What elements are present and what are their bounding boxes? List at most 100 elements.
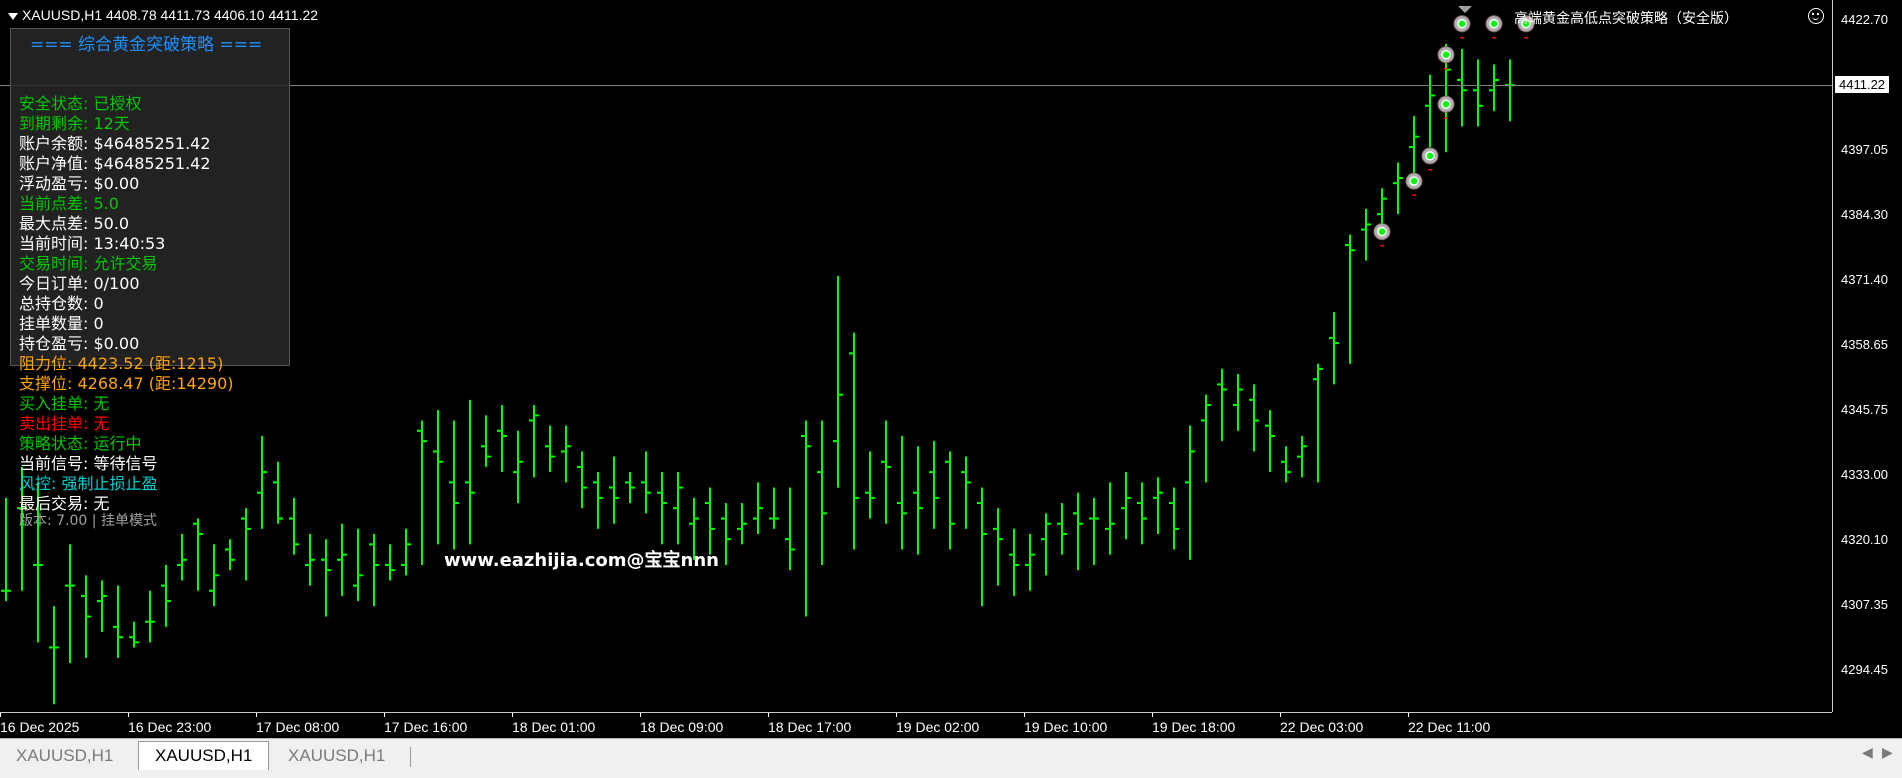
- ohlc-bar: [1073, 492, 1083, 571]
- ohlc-bar: [161, 564, 171, 627]
- price-tick-label: 4320.10: [1841, 532, 1888, 547]
- scroll-right-icon[interactable]: ▶: [1882, 745, 1893, 761]
- ohlc-bar: [657, 472, 667, 545]
- ohlc-bar: [353, 528, 363, 602]
- smiley-icon[interactable]: [1808, 8, 1824, 24]
- ohlc-bar: [81, 575, 91, 658]
- chart-shift-marker[interactable]: [1458, 6, 1472, 13]
- ohlc-bar: [1169, 487, 1179, 550]
- time-tick-mark: [1408, 713, 1409, 717]
- time-axis[interactable]: 16 Dec 2025 16 Dec 23:00 17 Dec 08:00 17 De…: [0, 712, 1832, 739]
- ohlc-bar: [1, 497, 11, 602]
- ohlc-bar: [1057, 503, 1067, 555]
- chart-tab-bar: XAUUSD,H1 XAUUSD,H1 XAUUSD,H1 ◀ ▶: [0, 738, 1902, 778]
- ohlc-bar: [241, 508, 251, 581]
- price-tick-label: 4371.40: [1841, 272, 1888, 287]
- trade-marker: [1373, 223, 1391, 247]
- ohlc-bar: [257, 435, 267, 529]
- time-tick-mark: [1152, 713, 1153, 717]
- ohlc-bar: [593, 472, 603, 529]
- ohlc-bar: [321, 539, 331, 617]
- ohlc-bar: [817, 420, 827, 565]
- ohlc-bar: [1329, 312, 1339, 385]
- ohlc-bar: [609, 456, 619, 524]
- ohlc-bar: [753, 482, 763, 534]
- time-tick-label: 16 Dec 2025: [0, 719, 80, 735]
- time-tick-label: 18 Dec 01:00: [512, 719, 596, 735]
- ohlc-bar: [1505, 59, 1515, 122]
- ohlc-bar: [65, 544, 75, 663]
- ohlc-bar: [1009, 528, 1019, 596]
- price-tick-label: 4294.45: [1841, 662, 1888, 677]
- ohlc-bar: [129, 621, 139, 648]
- ohlc-bar: [193, 518, 203, 591]
- ohlc-bar: [1041, 513, 1051, 576]
- ohlc-bar: [1137, 482, 1147, 545]
- ohlc-bar: [1473, 59, 1483, 127]
- ohlc-bar: [449, 420, 459, 550]
- price-tick-label: 4358.65: [1841, 337, 1888, 352]
- ohlc-bar: [113, 585, 123, 658]
- ohlc-bar: [289, 497, 299, 555]
- time-tick-mark: [128, 713, 129, 717]
- ohlc-bar: [1361, 208, 1371, 261]
- ohlc-bar: [993, 508, 1003, 586]
- trade-marker: [1453, 15, 1471, 39]
- time-tick-mark: [640, 713, 641, 717]
- watermark-text: www.eazhijia.com@宝宝nnn: [444, 550, 719, 571]
- ohlc-bar: [1025, 534, 1035, 591]
- time-tick-label: 22 Dec 11:00: [1408, 719, 1491, 735]
- time-tick-label: 19 Dec 10:00: [1024, 719, 1108, 735]
- ohlc-bar: [785, 487, 795, 571]
- ohlc-bar: [1153, 477, 1163, 534]
- time-tick-label: 22 Dec 03:00: [1280, 719, 1364, 735]
- time-tick-label: 19 Dec 02:00: [896, 719, 980, 735]
- ohlc-bar: [1313, 363, 1323, 483]
- price-tick-label: 4422.70: [1841, 12, 1888, 27]
- time-tick-label: 18 Dec 17:00: [768, 719, 852, 735]
- time-tick-mark: [896, 713, 897, 717]
- chart-menu-triangle-icon[interactable]: [8, 12, 18, 20]
- ohlc-bar: [49, 606, 59, 705]
- time-tick-label: 17 Dec 16:00: [384, 719, 468, 735]
- ohlc-bar: [209, 544, 219, 607]
- ohlc-bar: [801, 420, 811, 617]
- symbol-header: XAUUSD,H1 4408.78 4411.73 4406.10 4411.2…: [8, 7, 318, 23]
- time-tick-mark: [256, 713, 257, 717]
- ohlc-bar: [1185, 425, 1195, 560]
- trade-marker: [1421, 147, 1439, 171]
- trade-marker: [1485, 15, 1503, 39]
- ohlc-bar: [225, 539, 235, 571]
- ohlc-bar: [433, 410, 443, 545]
- ohlc-bar: [1121, 472, 1131, 540]
- price-tick-label: 4384.30: [1841, 207, 1888, 222]
- ohlc-bar: [929, 441, 939, 529]
- chart-area[interactable]: XAUUSD,H1 4408.78 4411.73 4406.10 4411.2…: [0, 0, 1832, 712]
- expert-advisor-title: 高端黄金高低点突破策略（安全版）: [1514, 11, 1738, 27]
- trade-marker: [1405, 172, 1423, 196]
- ohlc-bar: [369, 534, 379, 607]
- tab-xauusd-3[interactable]: XAUUSD,H1: [272, 742, 401, 770]
- ohlc-bar: [561, 425, 571, 483]
- ohlc-bar: [977, 487, 987, 607]
- time-tick-mark: [1280, 713, 1281, 717]
- ohlc-bar: [481, 415, 491, 467]
- ohlc-bar: [945, 451, 955, 550]
- tab-xauusd-2[interactable]: XAUUSD,H1: [138, 741, 270, 770]
- ohlc-bar: [1393, 162, 1403, 215]
- ohlc-bar: [625, 472, 635, 504]
- ohlc-bar: [849, 332, 859, 550]
- scroll-left-icon[interactable]: ◀: [1862, 745, 1873, 761]
- ohlc-bar: [1297, 435, 1307, 478]
- ohlc-bar: [673, 472, 683, 545]
- ohlc-bar: [273, 461, 283, 524]
- ohlc-bar: [1089, 497, 1099, 565]
- price-tick-label: 4333.00: [1841, 467, 1888, 482]
- ohlc-bar: [1457, 49, 1467, 127]
- ohlc-bar: [337, 523, 347, 596]
- ohlc-bar: [913, 446, 923, 555]
- price-tick-label: 4345.75: [1841, 402, 1888, 417]
- tab-xauusd-1[interactable]: XAUUSD,H1: [0, 742, 129, 770]
- ohlc-bar: [1217, 368, 1227, 442]
- price-axis[interactable]: 4422.70 4397.05 4384.30 4371.40 4358.65 4345.…: [1832, 0, 1902, 712]
